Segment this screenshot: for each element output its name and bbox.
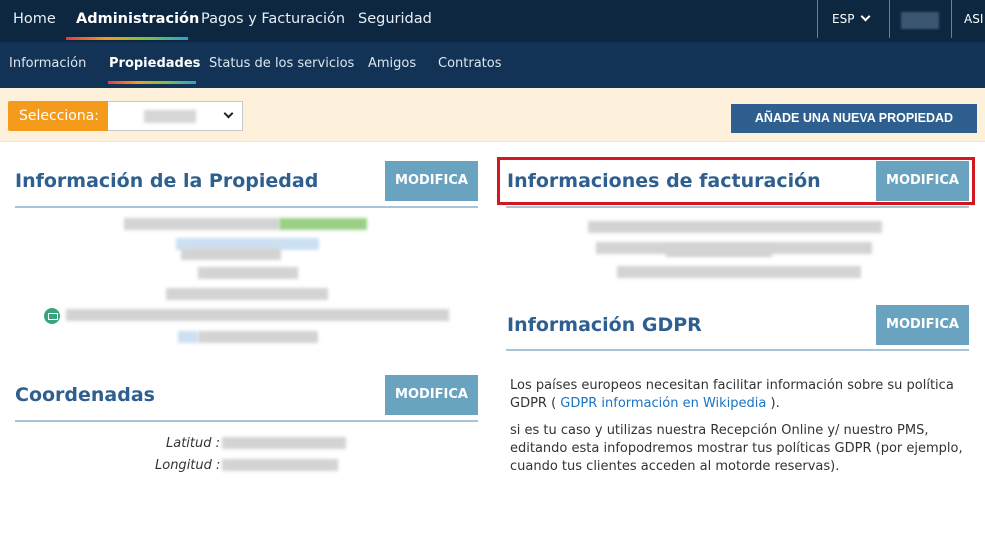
language-selector[interactable]: ESP [832, 0, 871, 38]
property-info-modify-button[interactable]: MODIFICA [385, 161, 478, 201]
user-avatar[interactable] [901, 12, 939, 29]
gdpr-title: Información GDPR [507, 314, 702, 336]
subnav-amigos[interactable]: Amigos [368, 56, 416, 71]
user-name[interactable]: ASI [964, 0, 983, 38]
chevron-down-icon [860, 11, 871, 22]
selected-property-value [144, 110, 196, 123]
longitude-value [222, 459, 338, 471]
property-extra [198, 331, 318, 343]
property-city [198, 267, 298, 279]
nav-home[interactable]: Home [13, 0, 56, 38]
latitude-label: Latitud : [166, 436, 221, 451]
gdpr-text-after: ). [766, 396, 780, 411]
nav-seguridad[interactable]: Seguridad [358, 0, 432, 38]
coordinates-modify-button[interactable]: MODIFICA [385, 375, 478, 415]
gdpr-paragraph-2: si es tu caso y utilizas nuestra Recepci… [510, 423, 963, 474]
section-divider [15, 206, 478, 208]
add-property-button[interactable]: AÑADE UNA NUEVA PROPIEDAD [731, 104, 977, 133]
coordinates-title: Coordenadas [15, 384, 155, 406]
section-divider [506, 206, 969, 208]
nav-pagos-facturacion[interactable]: Pagos y Facturación [201, 0, 345, 38]
property-phone [166, 288, 328, 300]
nav-divider [889, 0, 890, 38]
billing-tax-id [617, 266, 861, 278]
section-divider [506, 349, 969, 351]
property-info-title: Información de la Propiedad [15, 170, 319, 192]
subnav-informacion[interactable]: Información [9, 56, 86, 71]
subnav-propiedades[interactable]: Propiedades [109, 56, 200, 71]
property-select[interactable] [108, 101, 243, 131]
nav-divider [951, 0, 952, 38]
selector-label: Selecciona: [8, 101, 108, 131]
active-subnav-indicator [108, 81, 196, 84]
language-label: ESP [832, 12, 855, 26]
top-navigation: Home Administración Pagos y Facturación … [0, 0, 985, 42]
billing-company [588, 221, 882, 233]
gdpr-wikipedia-link[interactable]: GDPR información en Wikipedia [560, 396, 766, 411]
active-nav-indicator [66, 37, 188, 40]
nav-administracion[interactable]: Administración [76, 0, 199, 38]
subnav-contratos[interactable]: Contratos [438, 56, 502, 71]
subnav-status-servicios[interactable]: Status de los servicios [209, 56, 354, 71]
longitude-label: Longitud : [155, 458, 221, 473]
property-status [279, 218, 367, 230]
billing-highlight-box [497, 157, 975, 205]
property-address [181, 248, 281, 260]
nav-divider [817, 0, 818, 38]
property-name [124, 218, 279, 230]
gdpr-modify-button[interactable]: MODIFICA [876, 305, 969, 345]
mail-icon [44, 308, 60, 324]
chevron-down-icon [223, 108, 234, 119]
section-divider [15, 420, 478, 422]
gdpr-paragraph-1: Los países europeos necesitan facilitar … [510, 377, 970, 413]
property-email [66, 309, 449, 321]
billing-city [666, 245, 772, 257]
latitude-value [222, 437, 346, 449]
property-extra-icon [178, 331, 198, 343]
